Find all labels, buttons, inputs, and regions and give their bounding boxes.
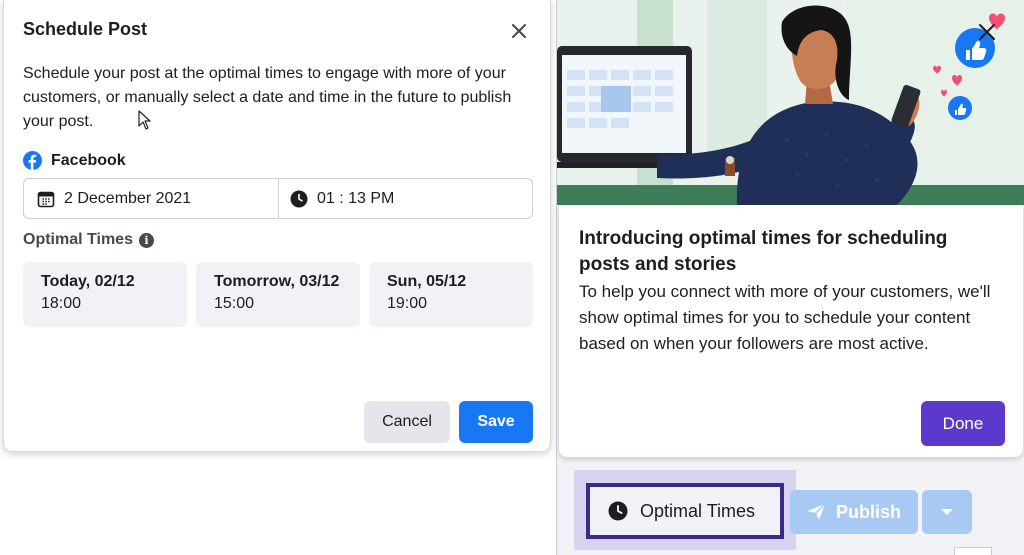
platform-label: Facebook xyxy=(51,151,126,169)
calendar-icon xyxy=(37,191,55,207)
intro-card: Introducing optimal times for scheduling… xyxy=(559,205,1023,457)
date-field[interactable]: 2 December 2021 xyxy=(24,179,279,218)
date-value: 2 December 2021 xyxy=(64,189,192,207)
slot-time: 19:00 xyxy=(387,295,428,312)
dialog-description: Schedule your post at the optimal times … xyxy=(23,65,512,130)
optimal-time-slots: Today, 02/12 18:00 Tomorrow, 03/12 15:00… xyxy=(23,262,533,327)
info-icon[interactable]: i xyxy=(138,232,154,248)
post-toolbar: Optimal Times Publish xyxy=(574,470,994,550)
optimal-times-button-label: Optimal Times xyxy=(640,500,756,521)
clock-icon xyxy=(290,190,308,207)
time-value: 01 : 13 PM xyxy=(317,189,395,207)
time-slot[interactable]: Tomorrow, 03/12 15:00 xyxy=(196,262,360,327)
save-button[interactable]: Save xyxy=(459,401,533,443)
optimal-times-button[interactable]: Optimal Times xyxy=(586,483,784,539)
mouse-cursor-icon xyxy=(138,110,151,130)
datetime-picker: 2 December 2021 01 : 13 PM xyxy=(23,178,533,219)
intro-title: Introducing optimal times for scheduling… xyxy=(579,228,948,275)
slot-day: Today, 02/12 xyxy=(41,273,135,290)
time-slot[interactable]: Today, 02/12 18:00 xyxy=(23,262,187,327)
slot-time: 15:00 xyxy=(214,295,255,312)
facebook-icon xyxy=(23,151,42,170)
platform-row: Facebook xyxy=(23,151,126,170)
hero-illustration xyxy=(557,0,1024,205)
optimal-times-intro-panel: Introducing optimal times for scheduling… xyxy=(556,0,1024,555)
cancel-button[interactable]: Cancel xyxy=(364,401,450,443)
publish-label: Publish xyxy=(836,501,902,522)
close-icon[interactable] xyxy=(508,20,530,42)
close-icon[interactable] xyxy=(977,22,997,42)
done-button[interactable]: Done xyxy=(921,401,1005,446)
publish-button[interactable]: Publish xyxy=(790,490,918,534)
slot-day: Tomorrow, 03/12 xyxy=(214,273,340,290)
intro-body: To help you connect with more of your cu… xyxy=(579,282,991,353)
dialog-title: Schedule Post xyxy=(23,19,148,39)
chevron-down-icon xyxy=(941,509,953,515)
optimal-times-label: Optimal Times xyxy=(23,231,133,248)
time-slot[interactable]: Sun, 05/12 19:00 xyxy=(369,262,533,327)
slot-time: 18:00 xyxy=(41,295,82,312)
clock-icon xyxy=(608,501,628,521)
corner-element xyxy=(954,547,992,555)
optimal-times-header: Optimal Times i xyxy=(23,231,154,249)
send-icon xyxy=(807,503,826,520)
slot-day: Sun, 05/12 xyxy=(387,273,467,290)
publish-options-button[interactable] xyxy=(922,490,972,534)
schedule-post-dialog: Schedule Post Schedule your post at the … xyxy=(3,0,551,452)
time-field[interactable]: 01 : 13 PM xyxy=(279,179,532,218)
